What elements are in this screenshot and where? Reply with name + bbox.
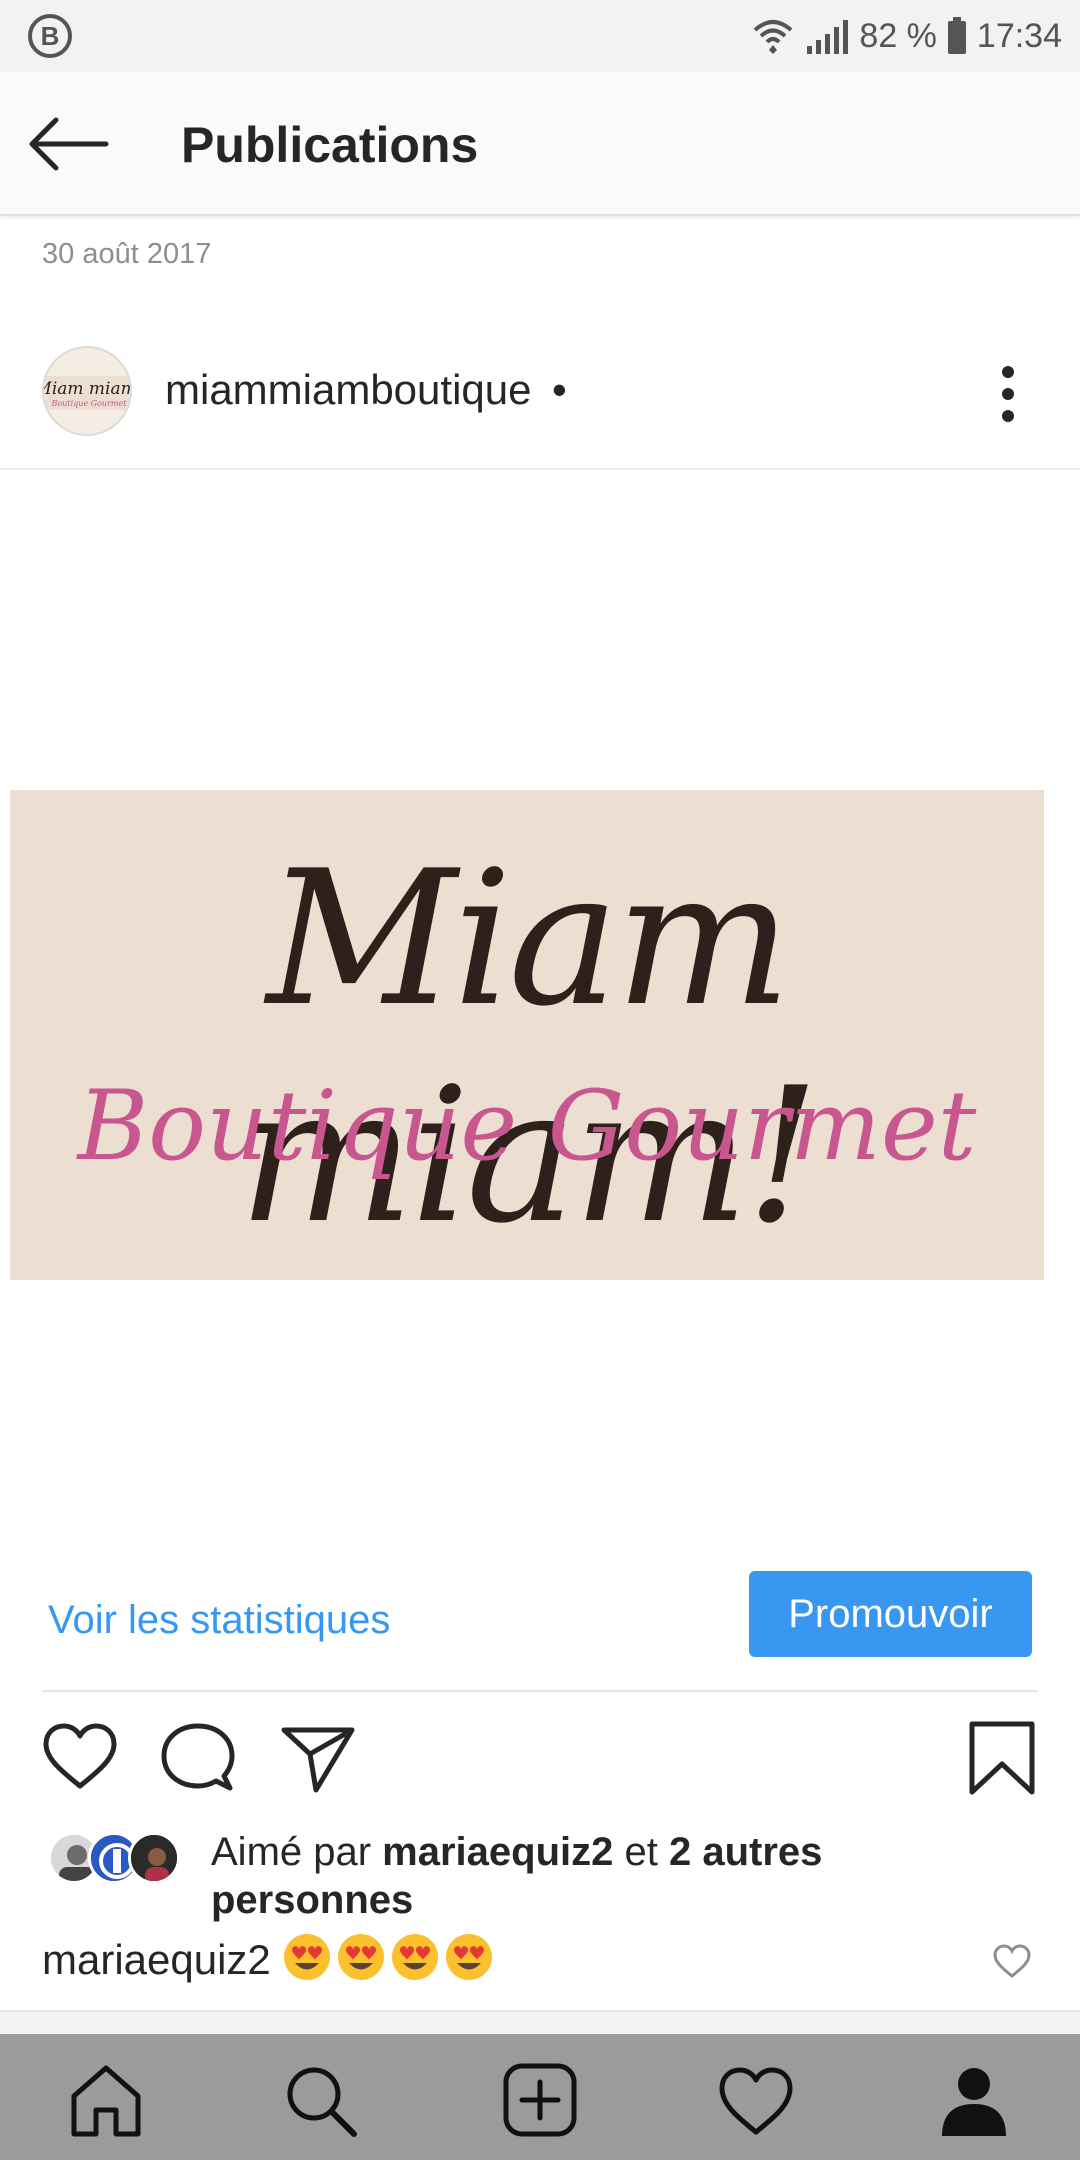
comment-row: mariaequiz2	[42, 1932, 1042, 1992]
svg-text:Boutique Gourmet: Boutique Gourmet	[51, 399, 128, 408]
more-dot-icon	[1002, 410, 1014, 422]
bottom-divider	[0, 2010, 1080, 2034]
bottom-nav	[0, 2034, 1080, 2160]
username-separator: •	[552, 366, 567, 413]
comment-button[interactable]	[158, 1718, 238, 1798]
back-button[interactable]	[26, 112, 112, 176]
small-heart-icon	[993, 1944, 1031, 1978]
share-icon	[281, 1727, 355, 1793]
more-options-button[interactable]	[990, 362, 1026, 422]
svg-text:Miam miam!: Miam miam!	[44, 379, 132, 399]
post-actions	[0, 1718, 1080, 1798]
divider	[42, 1690, 1038, 1692]
likes-text: Aimé par mariaequiz2 et 2 autres personn…	[211, 1830, 823, 1922]
wifi-icon	[754, 20, 793, 54]
nav-activity[interactable]	[716, 2060, 796, 2140]
signal-icon	[807, 20, 849, 54]
insights-row: Voir les statistiques Promouvoir	[0, 1550, 1080, 1690]
liker-photo-icon	[131, 1835, 177, 1881]
nav-add-post[interactable]	[500, 2060, 580, 2140]
home-icon	[71, 2065, 141, 2137]
back-arrow-icon	[29, 117, 109, 171]
nav-profile[interactable]	[934, 2060, 1014, 2140]
b-badge-icon: B	[28, 14, 72, 58]
post-image[interactable]: Miam miam! Boutique Gourmet	[0, 470, 1080, 1550]
avatar-logo: Miam miam! Boutique Gourmet	[44, 348, 132, 434]
nav-home[interactable]	[66, 2060, 146, 2140]
liker-avatar	[128, 1832, 180, 1884]
bookmark-icon	[969, 1721, 1035, 1795]
avatar[interactable]: Miam miam! Boutique Gourmet	[42, 346, 132, 436]
heart-eyes-emoji-icon	[338, 1934, 384, 1980]
app-bar: Publications	[0, 72, 1080, 216]
logo-title: Miam miam!	[238, 830, 820, 1264]
post-date: 30 août 2017	[42, 238, 212, 270]
profile-icon	[942, 2068, 1006, 2136]
more-dot-icon	[1002, 366, 1014, 378]
heart-icon	[43, 1723, 117, 1789]
nav-search[interactable]	[280, 2060, 360, 2140]
likes-summary[interactable]: Aimé par mariaequiz2 et 2 autres personn…	[48, 1828, 1048, 1928]
liker-username[interactable]: mariaequiz2	[382, 1830, 613, 1874]
heart-eyes-emoji-icon	[284, 1934, 330, 1980]
activity-icon	[719, 2067, 793, 2135]
save-button[interactable]	[962, 1718, 1042, 1798]
search-icon	[287, 2067, 357, 2137]
like-button[interactable]	[40, 1718, 120, 1798]
post-username[interactable]: miammiamboutique	[165, 366, 531, 414]
comment-emojis	[282, 1932, 494, 1982]
add-post-icon	[503, 2063, 577, 2137]
comment-like-button[interactable]	[992, 1942, 1032, 1982]
heart-eyes-emoji-icon	[392, 1934, 438, 1980]
view-insights-link[interactable]: Voir les statistiques	[48, 1598, 390, 1643]
status-indicators: 82 % 17:34	[751, 14, 1062, 58]
clock: 17:34	[976, 16, 1062, 55]
heart-eyes-emoji-icon	[446, 1934, 492, 1980]
logo-subtitle: Boutique Gourmet	[77, 1070, 977, 1182]
battery-icon	[947, 17, 966, 54]
brand-logo-card: Miam miam! Boutique Gourmet	[10, 790, 1044, 1280]
comment-icon	[161, 1723, 235, 1791]
page-title: Publications	[181, 117, 479, 173]
battery-percent: 82 %	[859, 16, 937, 55]
status-bar: B 82 % 17:34	[0, 0, 1080, 72]
more-dot-icon	[1002, 388, 1014, 400]
post-header: Miam miam! Boutique Gourmet miammiambout…	[0, 330, 1080, 470]
comment-username[interactable]: mariaequiz2	[42, 1936, 271, 1984]
promote-button[interactable]: Promouvoir	[749, 1571, 1032, 1657]
share-button[interactable]	[278, 1718, 358, 1798]
